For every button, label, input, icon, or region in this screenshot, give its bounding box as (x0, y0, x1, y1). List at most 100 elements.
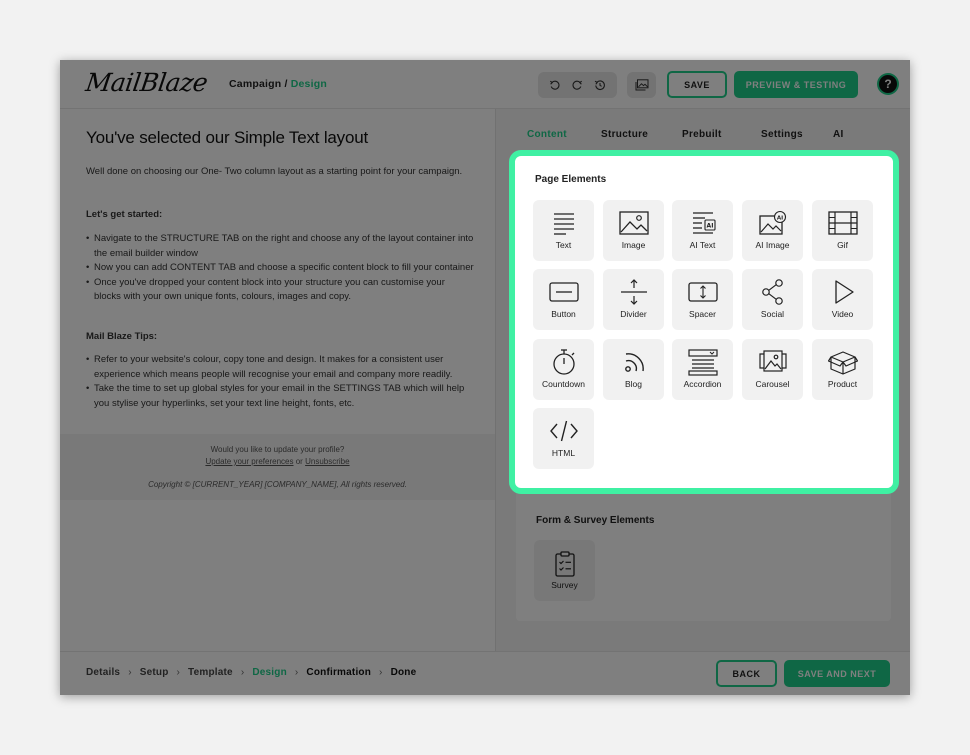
carousel-icon (758, 350, 787, 372)
element-label: Blog (624, 379, 642, 389)
page-elements-title: Page Elements (535, 174, 607, 185)
breadcrumb-design: Design (290, 78, 327, 90)
ai-text-icon: AI (692, 212, 716, 234)
element-label: Video (831, 309, 854, 319)
play-icon (834, 280, 854, 304)
sidebar-tabs: Content Structure Prebuilt Settings AI (496, 129, 910, 145)
element-carousel[interactable]: Carousel (742, 339, 803, 400)
step-design[interactable]: Design (252, 667, 287, 678)
step-done[interactable]: Done (391, 667, 417, 678)
image-icon (618, 211, 649, 235)
form-elements-title: Form & Survey Elements (536, 515, 655, 526)
email-preview-canvas[interactable]: You've selected our Simple Text layout W… (60, 109, 495, 651)
element-video[interactable]: Video (812, 269, 873, 330)
help-button[interactable]: ? (877, 73, 899, 95)
ai-image-icon: AI (758, 210, 786, 235)
tips-list: Refer to your website's colour, copy ton… (86, 353, 474, 411)
element-label: Image (621, 240, 646, 250)
chevron-right-icon: › (294, 667, 299, 678)
element-survey[interactable]: Survey (534, 540, 595, 601)
divider-icon (620, 279, 647, 305)
history-icon[interactable] (592, 77, 608, 93)
tips-heading: Mail Blaze Tips: (86, 331, 158, 342)
breadcrumb-campaign[interactable]: Campaign (229, 78, 281, 90)
list-item: Once you've dropped your content block i… (86, 276, 474, 305)
spacer-icon (687, 282, 718, 302)
element-gif[interactable]: Gif (812, 200, 873, 261)
chevron-right-icon: › (176, 667, 181, 678)
footer-links: Update your preferences or Unsubscribe (60, 457, 495, 466)
stopwatch-icon (552, 349, 575, 375)
tab-settings[interactable]: Settings (761, 129, 803, 140)
svg-text:AI: AI (776, 215, 782, 221)
element-product[interactable]: Product (812, 339, 873, 400)
chevron-right-icon: › (379, 667, 383, 678)
get-started-list: Navigate to the STRUCTURE TAB on the rig… (86, 232, 474, 305)
element-image[interactable]: Image (603, 200, 664, 261)
save-and-next-button[interactable]: SAVE AND NEXT (784, 660, 890, 687)
element-ai-text[interactable]: AI AI Text (672, 200, 733, 261)
svg-text:AI: AI (706, 223, 713, 230)
element-button[interactable]: Button (533, 269, 594, 330)
element-label: Accordion (683, 379, 722, 389)
clipboard-icon (554, 551, 575, 577)
share-icon (761, 279, 783, 305)
step-details[interactable]: Details (86, 667, 120, 678)
step-confirmation[interactable]: Confirmation (306, 667, 371, 678)
step-setup[interactable]: Setup (140, 667, 169, 678)
top-header: MailBlaze Campaign / Design SAVE PREVIEW… (60, 60, 910, 109)
save-button[interactable]: SAVE (667, 71, 727, 98)
element-label: Product (827, 379, 858, 389)
element-label: Social (760, 309, 785, 319)
element-label: Carousel (755, 379, 790, 389)
list-item: Now you can add CONTENT TAB and choose a… (86, 261, 474, 276)
element-label: AI Image (755, 240, 790, 250)
step-template[interactable]: Template (188, 667, 233, 678)
redo-icon[interactable] (569, 77, 585, 93)
mailblaze-logo[interactable]: MailBlaze (84, 68, 209, 97)
element-html[interactable]: HTML (533, 408, 594, 469)
element-label: Button (551, 309, 576, 319)
element-social[interactable]: Social (742, 269, 803, 330)
update-preferences-link[interactable]: Update your preferences (205, 457, 293, 466)
wizard-footer: Details › Setup › Template › Design › Co… (60, 651, 910, 695)
footer-question: Would you like to update your profile? (210, 445, 345, 454)
element-label: Gif (837, 240, 848, 250)
breadcrumb-separator: / (284, 78, 288, 90)
tab-content[interactable]: Content (527, 129, 567, 140)
image-manager-button[interactable] (627, 72, 656, 98)
element-text[interactable]: Text (533, 200, 594, 261)
element-label: HTML (551, 448, 576, 458)
text-icon (553, 213, 574, 235)
page-elements-card: Page Elements Text Image AI AI Text AI A… (509, 150, 899, 494)
tab-structure[interactable]: Structure (601, 129, 648, 140)
element-divider[interactable]: Divider (603, 269, 664, 330)
get-started-heading: Let's get started: (86, 209, 163, 220)
rss-icon (624, 353, 644, 372)
element-label: Survey (551, 580, 578, 590)
film-icon (827, 211, 858, 235)
back-button[interactable]: BACK (716, 660, 777, 687)
footer-copyright: Copyright © [CURRENT_YEAR] [COMPANY_NAME… (148, 480, 407, 489)
button-icon (548, 282, 579, 302)
element-spacer[interactable]: Spacer (672, 269, 733, 330)
layout-title: You've selected our Simple Text layout (86, 128, 368, 147)
element-label: Spacer (689, 309, 716, 319)
chevron-right-icon: › (240, 667, 245, 678)
wizard-steps: Details › Setup › Template › Design › Co… (86, 667, 416, 678)
breadcrumb: Campaign / Design (229, 78, 327, 90)
tab-ai[interactable]: AI (833, 129, 844, 140)
tab-prebuilt[interactable]: Prebuilt (682, 129, 722, 140)
element-countdown[interactable]: Countdown (533, 339, 594, 400)
help-icon: ? (879, 75, 897, 93)
chevron-right-icon: › (128, 667, 132, 678)
unsubscribe-link[interactable]: Unsubscribe (305, 457, 349, 466)
element-ai-image[interactable]: AI AI Image (742, 200, 803, 261)
code-icon (549, 420, 578, 442)
footer-or: or (295, 457, 303, 466)
history-controls (538, 72, 617, 98)
element-blog[interactable]: Blog (603, 339, 664, 400)
element-accordion[interactable]: Accordion (672, 339, 733, 400)
preview-testing-button[interactable]: PREVIEW & TESTING (734, 71, 858, 98)
undo-icon[interactable] (547, 77, 563, 93)
